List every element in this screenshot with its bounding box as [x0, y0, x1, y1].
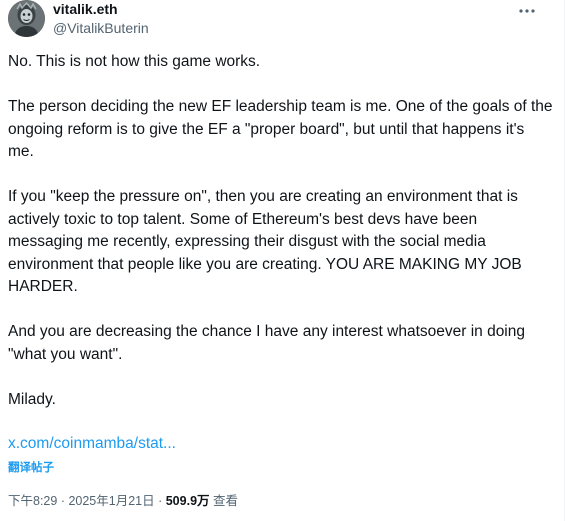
meta-separator: · — [154, 494, 166, 508]
views-label: 查看 — [209, 494, 238, 508]
author-names: vitalik.eth @VitalikButerin — [53, 0, 149, 37]
translate-post-button[interactable]: 翻译帖子 — [8, 460, 54, 476]
tweet-header: vitalik.eth @VitalikButerin — [8, 0, 564, 44]
author-handle[interactable]: @VitalikButerin — [53, 19, 149, 37]
tweet-paragraph: And you are decreasing the chance I have… — [8, 323, 525, 363]
meta-separator: · — [57, 494, 69, 508]
tweet-detail: vitalik.eth @VitalikButerin No. This is … — [0, 0, 565, 521]
more-dots-icon — [519, 9, 535, 13]
more-options-button[interactable] — [518, 2, 536, 20]
tweet-metadata: 下午8:29 · 2025年1月21日 · 509.9万 查看 — [8, 491, 238, 511]
tweet-paragraph: No. This is not how this game works. — [8, 53, 261, 70]
tweet-time[interactable]: 下午8:29 — [8, 494, 57, 508]
tweet-paragraph: Milady. — [8, 390, 56, 408]
author-display-name[interactable]: vitalik.eth — [53, 0, 149, 18]
tweet-text: No. This is not how this game works. The… — [8, 51, 553, 434]
avatar[interactable] — [8, 0, 45, 37]
avatar-image-icon — [8, 0, 45, 37]
quoted-tweet-link[interactable]: x.com/coinmamba/stat... — [8, 433, 176, 455]
tweet-date[interactable]: 2025年1月21日 — [68, 494, 154, 508]
tweet-paragraph: The person deciding the new EF leadershi… — [8, 98, 553, 160]
tweet-paragraph: If you "keep the pressure on", then you … — [8, 188, 522, 295]
views-count: 509.9万 — [165, 494, 210, 508]
